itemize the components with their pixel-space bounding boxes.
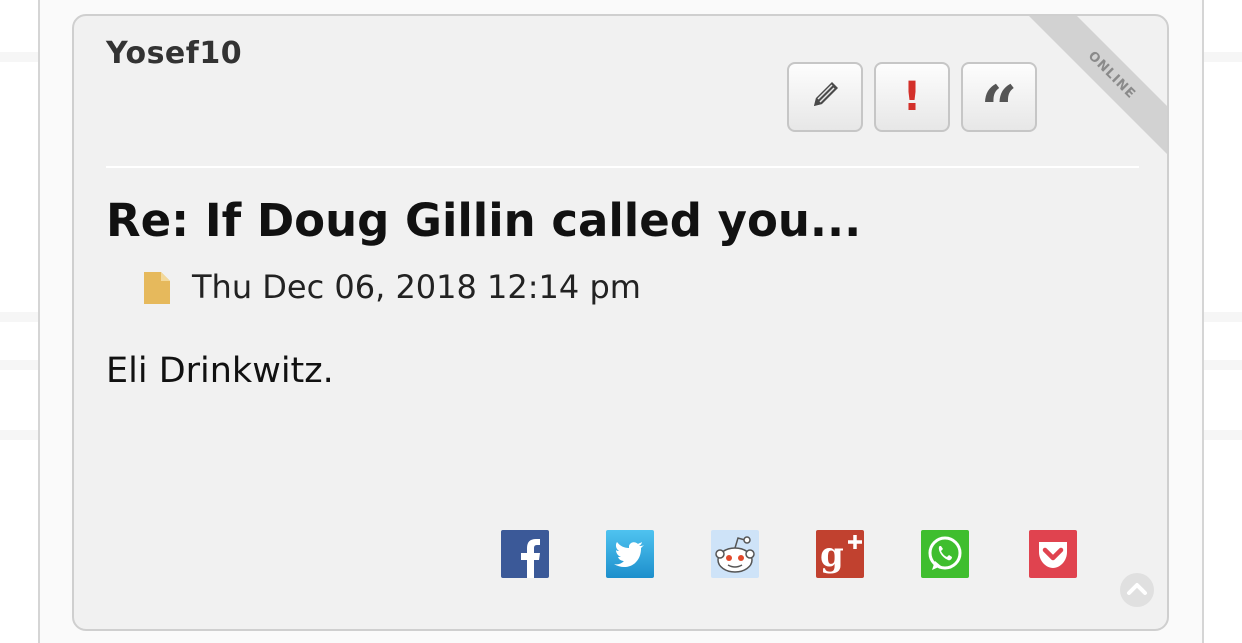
document-icon	[144, 272, 170, 304]
share-reddit-button[interactable]	[711, 530, 759, 578]
share-pocket-button[interactable]	[1029, 530, 1077, 578]
scroll-to-top-icon[interactable]	[1119, 572, 1155, 608]
twitter-icon	[606, 530, 654, 578]
pocket-icon	[1029, 530, 1077, 578]
online-ribbon: ONLINE	[1018, 16, 1167, 169]
facebook-icon	[501, 530, 549, 578]
share-whatsapp-button[interactable]	[921, 530, 969, 578]
quote-button[interactable]: “	[961, 62, 1037, 142]
edit-button[interactable]	[787, 62, 863, 132]
pencil-icon	[806, 76, 844, 118]
header-divider	[106, 166, 1139, 168]
reddit-icon	[711, 530, 759, 578]
post-panel: Yosef10 ! “ ONLINE Re: If Doug Gillin ca…	[72, 14, 1169, 631]
report-button[interactable]: !	[874, 62, 950, 132]
share-google-plus-button[interactable]: g	[816, 530, 864, 578]
online-status-label: ONLINE	[1085, 48, 1139, 102]
share-twitter-button[interactable]	[606, 530, 654, 578]
whatsapp-icon	[921, 530, 969, 578]
google-plus-icon: g	[816, 530, 864, 578]
exclamation-icon: !	[902, 74, 922, 120]
post-title[interactable]: Re: If Doug Gillin called you...	[106, 194, 861, 247]
svg-text:g: g	[820, 535, 844, 575]
share-facebook-button[interactable]	[501, 530, 549, 578]
post-author[interactable]: Yosef10	[106, 36, 242, 71]
post-body: Eli Drinkwitz.	[106, 351, 334, 391]
post-timestamp: Thu Dec 06, 2018 12:14 pm	[192, 268, 641, 306]
quote-icon: “	[980, 72, 1018, 147]
